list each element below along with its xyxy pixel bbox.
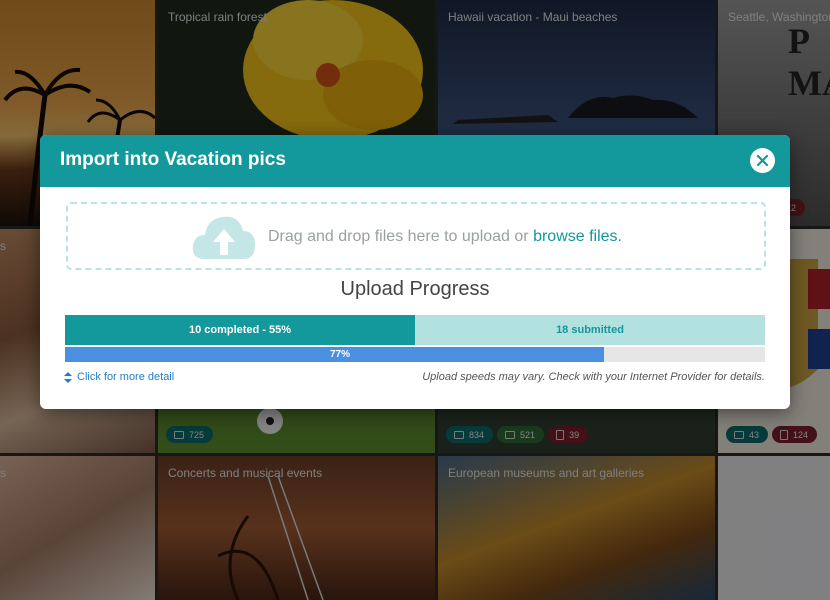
submitted-label: 18 submitted	[556, 324, 624, 336]
cloud-upload-icon	[192, 216, 255, 259]
completion-progress-bar: 10 completed - 55% 18 submitted	[65, 315, 765, 345]
dropzone-text: Drag and drop files here to upload or br…	[268, 228, 622, 245]
close-button[interactable]	[750, 148, 775, 173]
upload-dropzone[interactable]: Drag and drop files here to upload or br…	[66, 202, 766, 270]
overall-progress-bar: 77%	[65, 347, 765, 362]
close-icon	[756, 154, 769, 167]
dialog-title: Import into Vacation pics	[60, 149, 286, 170]
more-detail-link[interactable]: Click for more detail	[64, 371, 174, 383]
overall-percent-label: 77%	[329, 349, 350, 360]
import-dialog: Import into Vacation pics Drag and drop …	[40, 135, 790, 409]
expand-sort-icon	[64, 371, 72, 383]
upload-progress-title: Upload Progress	[340, 278, 490, 300]
upload-speed-note: Upload speeds may vary. Check with your …	[422, 371, 765, 383]
browse-files-link[interactable]: browse files.	[533, 228, 622, 245]
completed-label: 10 completed - 55%	[188, 324, 292, 336]
dialog-header: Import into Vacation pics	[40, 135, 790, 187]
